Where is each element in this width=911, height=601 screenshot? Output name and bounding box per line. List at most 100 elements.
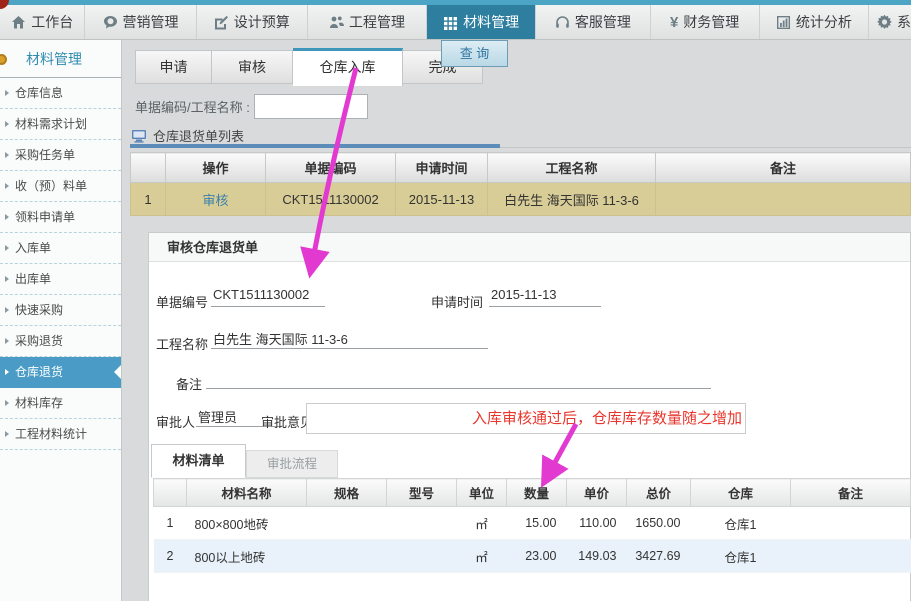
- subtab-material-list[interactable]: 材料清单: [151, 444, 246, 478]
- monitor-icon: [131, 129, 147, 143]
- nav-item-customer-service[interactable]: 客服管理: [536, 5, 650, 39]
- nav-label: 系: [897, 12, 911, 32]
- nav-item-engineering[interactable]: 工程管理: [308, 5, 427, 39]
- query-button[interactable]: 查 询: [441, 40, 508, 67]
- remark-value[interactable]: [206, 369, 711, 389]
- material-total: 3427.69: [627, 540, 691, 573]
- order-no-value[interactable]: CKT1511130002: [211, 287, 325, 307]
- list-divider-accent: [130, 144, 500, 148]
- apply-date-value[interactable]: 2015-11-13: [489, 287, 601, 307]
- list-section-header: 仓库退货单列表: [131, 126, 244, 145]
- review-link[interactable]: 审核: [166, 183, 266, 216]
- material-unit: ㎡: [457, 540, 507, 573]
- material-qty: 23.00: [507, 540, 567, 573]
- users-icon: [329, 15, 344, 30]
- sidebar-item-outbound-order[interactable]: 出库单: [0, 264, 121, 295]
- tab-apply[interactable]: 申请: [135, 50, 212, 84]
- list-title: 仓库退货单列表: [153, 126, 244, 145]
- tab-review[interactable]: 审核: [212, 50, 293, 84]
- nav-item-materials[interactable]: 材料管理: [427, 5, 536, 39]
- nav-item-statistics[interactable]: 统计分析: [760, 5, 869, 39]
- sidebar-item-material-request[interactable]: 领料申请单: [0, 202, 121, 233]
- table-row[interactable]: 1 审核 CKT1511130002 2015-11-13 白先生 海天国际 1…: [131, 183, 911, 216]
- col-apply-date: 申请时间: [396, 153, 488, 183]
- material-warehouse: 仓库1: [691, 540, 791, 573]
- orders-table: 操作 单据编码 申请时间 工程名称 备注 1 审核 CKT1511130002 …: [130, 152, 911, 216]
- materials-table-header: 材料名称 规格 型号 单位 数量 单价 总价 仓库 备注: [154, 479, 911, 507]
- sidebar-item-purchase-task[interactable]: 采购任务单: [0, 140, 121, 171]
- nav-item-system[interactable]: 系: [869, 5, 911, 39]
- sidebar-item-project-material-stats[interactable]: 工程材料统计: [0, 419, 121, 450]
- sidebar-item-purchase-return[interactable]: 采购退货: [0, 326, 121, 357]
- search-bar: 单据编码/工程名称 :: [135, 92, 368, 120]
- material-warehouse: 仓库1: [691, 507, 791, 540]
- nav-label: 客服管理: [575, 12, 631, 32]
- sidebar-item-material-stock[interactable]: 材料库存: [0, 388, 121, 419]
- material-model: [387, 540, 457, 573]
- order-no-label: 单据编号: [156, 292, 208, 311]
- nav-item-design-budget[interactable]: 设计预算: [197, 5, 308, 39]
- nav-label: 营销管理: [123, 12, 179, 32]
- workflow-tabs: 申请 审核 仓库入库 完成: [135, 48, 483, 86]
- col-unit: 单位: [457, 479, 507, 507]
- nav-item-marketing[interactable]: 营销管理: [85, 5, 196, 39]
- col-project-name: 工程名称: [488, 153, 656, 183]
- review-detail-panel: 审核仓库退货单 单据编号 CKT1511130002 申请时间 2015-11-…: [148, 232, 911, 601]
- material-name: 800×800地砖: [187, 507, 307, 540]
- main-content: 申请 审核 仓库入库 完成 单据编码/工程名称 : 查 询 仓库退货单列表 操作…: [123, 40, 911, 601]
- tab-warehouse-inbound[interactable]: 仓库入库: [293, 48, 403, 86]
- opinion-input[interactable]: 入库审核通过后，仓库库存数量随之增加: [306, 403, 746, 434]
- material-price: 110.00: [567, 507, 627, 540]
- nav-item-finance[interactable]: ¥ 财务管理: [651, 5, 760, 39]
- nav-label: 工程管理: [349, 12, 405, 32]
- top-strip: [0, 0, 911, 5]
- material-spec: [307, 507, 387, 540]
- material-price: 149.03: [567, 540, 627, 573]
- material-row[interactable]: 2 800以上地砖 ㎡ 23.00 149.03 3427.69 仓库1: [154, 540, 911, 573]
- module-icon: [0, 54, 7, 65]
- col-price: 单价: [567, 479, 627, 507]
- order-code: CKT1511130002: [266, 183, 396, 216]
- nav-item-workbench[interactable]: 工作台: [0, 5, 85, 39]
- sidebar-item-receive-material[interactable]: 收（预）料单: [0, 171, 121, 202]
- row-remark: [656, 183, 911, 216]
- col-warehouse: 仓库: [691, 479, 791, 507]
- subtab-approval-flow[interactable]: 审批流程: [246, 450, 338, 478]
- row-index: 1: [154, 507, 187, 540]
- panel-title: 审核仓库退货单: [149, 233, 910, 262]
- search-label: 单据编码/工程名称 :: [135, 97, 250, 116]
- col-remark: 备注: [791, 479, 911, 507]
- sidebar-item-quick-purchase[interactable]: 快速采购: [0, 295, 121, 326]
- row-index: 1: [131, 183, 166, 216]
- col-index: [154, 479, 187, 507]
- col-qty: 数量: [507, 479, 567, 507]
- sidebar-item-inbound-order[interactable]: 入库单: [0, 233, 121, 264]
- sidebar-title: 材料管理: [0, 40, 121, 78]
- project-label: 工程名称: [156, 334, 208, 353]
- material-remark: [791, 540, 911, 573]
- chart-icon: [776, 15, 791, 30]
- sidebar-item-warehouse-info[interactable]: 仓库信息: [0, 78, 121, 109]
- nav-label: 统计分析: [796, 12, 852, 32]
- app-window: 工作台 营销管理 设计预算 工程管理 材料管理 客服管理 ¥ 财务管理 统计分析: [0, 0, 911, 601]
- project-value[interactable]: 白先生 海天国际 11-3-6: [211, 329, 488, 349]
- gear-icon: [877, 15, 892, 30]
- sidebar-item-material-demand-plan[interactable]: 材料需求计划: [0, 109, 121, 140]
- sidebar-item-warehouse-return[interactable]: 仓库退货: [0, 357, 121, 388]
- apply-date: 2015-11-13: [396, 183, 488, 216]
- nav-label: 工作台: [31, 12, 73, 32]
- material-spec: [307, 540, 387, 573]
- material-remark: [791, 507, 911, 540]
- orders-table-header: 操作 单据编码 申请时间 工程名称 备注: [131, 153, 911, 183]
- row-index: 2: [154, 540, 187, 573]
- material-row[interactable]: 1 800×800地砖 ㎡ 15.00 110.00 1650.00 仓库1: [154, 507, 911, 540]
- search-input[interactable]: [254, 94, 368, 119]
- annotation-text: 入库审核通过后，仓库库存数量随之增加: [472, 410, 742, 427]
- material-model: [387, 507, 457, 540]
- remark-label: 备注: [176, 374, 202, 393]
- nav-label: 材料管理: [463, 12, 519, 32]
- home-icon: [11, 15, 26, 30]
- col-model: 型号: [387, 479, 457, 507]
- col-remark: 备注: [656, 153, 911, 183]
- material-name: 800以上地砖: [187, 540, 307, 573]
